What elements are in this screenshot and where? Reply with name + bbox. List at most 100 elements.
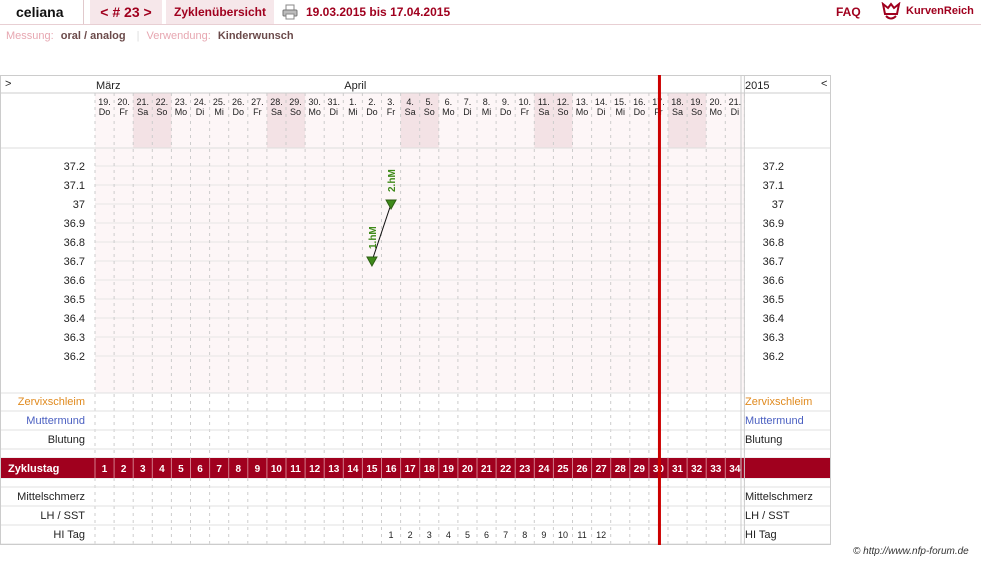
day-weekday: So	[557, 107, 568, 117]
day-date: 26.	[232, 97, 245, 107]
hi-day-number: 6	[484, 530, 489, 540]
cycle-day-number: 3	[140, 464, 146, 475]
usage-value: Kinderwunsch	[217, 30, 294, 42]
temperature-tick-left: 36.4	[64, 313, 85, 325]
day-date: 15.	[614, 97, 627, 107]
cycle-day-number: 9	[255, 464, 261, 475]
temperature-tick-right: 36.9	[763, 218, 784, 230]
day-weekday: Sa	[405, 107, 416, 117]
cycle-day-number: 11	[290, 464, 301, 475]
cycle-day-number: 34	[729, 464, 741, 475]
cycle-day-number: 15	[366, 464, 378, 475]
hi-day-number: 4	[446, 530, 451, 540]
cycle-day-number: 10	[271, 464, 283, 475]
row-label-lh-test-right: LH / SST	[745, 510, 790, 522]
temperature-tick-right: 36.4	[763, 313, 784, 325]
usage-label: Verwendung:	[146, 30, 211, 42]
day-weekday: Fr	[119, 107, 128, 117]
day-weekday: Mo	[709, 107, 722, 117]
chart-nav-next[interactable]: <	[821, 78, 827, 90]
hi-day-number: 1	[389, 530, 394, 540]
day-weekday: Di	[731, 107, 740, 117]
day-weekday: Mi	[482, 107, 492, 117]
date-range: 19.03.2015 bis 17.04.2015	[306, 5, 451, 19]
cycle-day-number: 24	[538, 464, 550, 475]
cycle-day-number: 12	[309, 464, 321, 475]
day-date: 24.	[194, 97, 207, 107]
day-date: 29.	[289, 97, 302, 107]
day-date: 18.	[671, 97, 684, 107]
cycle-day-number: 4	[159, 464, 165, 475]
day-date: 25.	[213, 97, 226, 107]
cycle-day-number: 1	[102, 464, 108, 475]
cycle-day-number: 16	[385, 464, 397, 475]
hi-day-number: 10	[558, 530, 568, 540]
temperature-tick-left: 37.2	[64, 161, 85, 173]
day-date: 14.	[595, 97, 608, 107]
day-date: 2.	[368, 97, 376, 107]
temperature-tick-left: 36.7	[64, 256, 85, 268]
day-date: 31.	[327, 97, 340, 107]
kurvenreich-logo-icon[interactable]	[880, 2, 902, 22]
cycle-day-number: 26	[576, 464, 588, 475]
day-date: 4.	[406, 97, 414, 107]
day-date: 6.	[445, 97, 453, 107]
chart-nav-prev[interactable]: >	[5, 78, 11, 90]
day-weekday: Di	[463, 107, 472, 117]
row-label-cervical-mucus: Zervixschleim	[18, 396, 85, 408]
hi-day-number: 3	[427, 530, 432, 540]
temperature-tick-left: 36.9	[64, 218, 85, 230]
temperature-tick-left: 36.2	[64, 351, 85, 363]
day-weekday: Do	[99, 107, 111, 117]
day-weekday: Sa	[672, 107, 683, 117]
day-date: 16.	[633, 97, 646, 107]
day-weekday: Do	[634, 107, 646, 117]
day-date: 7.	[464, 97, 472, 107]
brand-name[interactable]: KurvenReich	[906, 0, 974, 22]
cycle-day-number: 28	[615, 464, 627, 475]
temperature-tick-right: 36.2	[763, 351, 784, 363]
hi-day-number: 12	[596, 530, 606, 540]
day-weekday: Do	[232, 107, 244, 117]
cycle-day-number: 20	[462, 464, 474, 475]
cycle-day-number: 6	[197, 464, 203, 475]
point-label: 2.hM	[387, 169, 398, 192]
copyright-footer: © http://www.nfp-forum.de	[853, 546, 969, 557]
row-label-midpain: Mittelschmerz	[17, 491, 85, 503]
row-label-bleeding-right: Blutung	[745, 434, 782, 446]
printer-icon[interactable]	[282, 4, 298, 20]
temperature-tick-left: 36.3	[64, 332, 85, 344]
faq-link[interactable]: FAQ	[836, 0, 861, 24]
cycle-switcher[interactable]: < # 23 >	[90, 0, 162, 24]
row-label-cervix: Muttermund	[26, 415, 85, 427]
point-label: 1.hM	[368, 226, 379, 249]
month-label: April	[344, 80, 366, 92]
day-date: 1.	[349, 97, 357, 107]
hi-day-number: 11	[577, 530, 586, 540]
temperature-tick-right: 36.5	[763, 294, 784, 306]
cycle-overview-link[interactable]: Zyklenübersicht	[166, 0, 274, 24]
day-date: 19.	[98, 97, 111, 107]
day-weekday: Fr	[521, 107, 530, 117]
day-weekday: Mi	[348, 107, 358, 117]
day-date: 11.	[538, 97, 550, 107]
hi-day-number: 7	[503, 530, 508, 540]
day-date: 12.	[557, 97, 570, 107]
hi-day-number: 5	[465, 530, 470, 540]
measurement-value: oral / analog	[60, 30, 126, 42]
day-date: 21.	[136, 97, 149, 107]
temperature-tick-left: 36.8	[64, 237, 85, 249]
day-weekday: Sa	[271, 107, 282, 117]
day-weekday: Mi	[214, 107, 224, 117]
day-weekday: Mo	[175, 107, 188, 117]
temperature-tick-left: 37.1	[64, 180, 85, 192]
cycle-day-number: 31	[672, 464, 684, 475]
row-label-cervix-right: Muttermund	[745, 415, 804, 427]
temperature-tick-right: 36.6	[763, 275, 784, 287]
temperature-tick-left: 36.5	[64, 294, 85, 306]
day-weekday: Do	[366, 107, 378, 117]
day-weekday: Mo	[442, 107, 455, 117]
cycle-day-number: 32	[691, 464, 703, 475]
day-weekday: Di	[196, 107, 205, 117]
cycle-day-number: 17	[405, 464, 417, 475]
